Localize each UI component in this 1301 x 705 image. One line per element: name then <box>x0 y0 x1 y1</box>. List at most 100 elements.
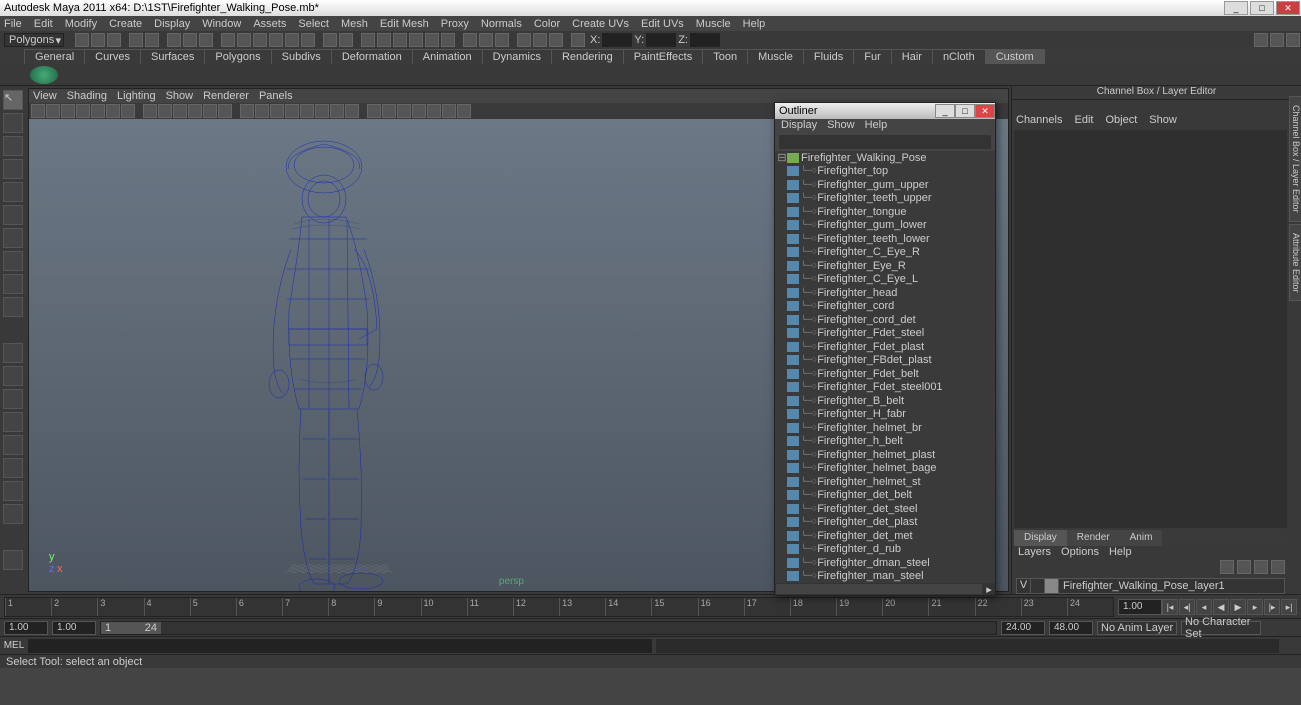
viewport-tool-25[interactable] <box>427 104 441 118</box>
layer-color[interactable] <box>1045 579 1059 593</box>
paint-icon[interactable] <box>199 33 213 47</box>
render-icon[interactable] <box>361 33 375 47</box>
snap-grid-icon[interactable] <box>221 33 235 47</box>
viewport-tool-20[interactable] <box>345 104 359 118</box>
viewport-tool-0[interactable] <box>31 104 45 118</box>
outliner-menu-display[interactable]: Display <box>781 119 817 133</box>
side-tab-channelbox[interactable]: Channel Box / Layer Editor <box>1289 96 1301 222</box>
side-tab-attribute[interactable]: Attribute Editor <box>1289 224 1301 302</box>
viewport-tool-10[interactable] <box>188 104 202 118</box>
ipr-icon[interactable] <box>377 33 391 47</box>
sidebar-toggle-3[interactable] <box>1286 33 1300 47</box>
layout-4[interactable] <box>3 458 23 478</box>
outliner-max[interactable]: □ <box>955 104 975 118</box>
menu-edit-mesh[interactable]: Edit Mesh <box>380 18 429 30</box>
step-fwd[interactable]: ▸ <box>1247 599 1263 615</box>
viewport-tool-18[interactable] <box>315 104 329 118</box>
menu-muscle[interactable]: Muscle <box>696 18 731 30</box>
shelf-tab-surfaces[interactable]: Surfaces <box>140 49 205 64</box>
menu-create[interactable]: Create <box>109 18 142 30</box>
z-input[interactable] <box>690 33 720 47</box>
menu-window[interactable]: Window <box>202 18 241 30</box>
render-view-icon[interactable] <box>409 33 423 47</box>
snap-view-icon[interactable] <box>301 33 315 47</box>
outliner-row[interactable]: └─○ Firefighter_Fdet_steel <box>775 327 995 341</box>
viewport-tool-19[interactable] <box>330 104 344 118</box>
outliner-row[interactable]: └─○ Firefighter_det_belt <box>775 489 995 503</box>
outliner-min[interactable]: _ <box>935 104 955 118</box>
viewport-tool-23[interactable] <box>397 104 411 118</box>
viewport-tool-4[interactable] <box>91 104 105 118</box>
goto-start[interactable]: |◂ <box>1162 599 1178 615</box>
shelf-tab-rendering[interactable]: Rendering <box>551 49 624 64</box>
layout-5[interactable] <box>3 481 23 501</box>
outliner-row[interactable]: └─○ Firefighter_helmet_bage <box>775 462 995 476</box>
layer-tab-render[interactable]: Render <box>1067 530 1120 546</box>
shelf-tab-animation[interactable]: Animation <box>412 49 483 64</box>
character-set-combo[interactable]: No Character Set <box>1181 621 1261 635</box>
snap-curve-icon[interactable] <box>237 33 251 47</box>
x-input[interactable] <box>602 33 632 47</box>
outliner-row[interactable]: └─○ Firefighter_teeth_upper <box>775 192 995 206</box>
outliner-search[interactable] <box>779 135 991 149</box>
menu-help[interactable]: Help <box>743 18 766 30</box>
mode-selector[interactable]: Polygons▾ <box>4 33 64 47</box>
cb-icon-3[interactable] <box>1273 100 1285 112</box>
expand-icon[interactable]: ⊟ <box>777 151 787 164</box>
outliner-row[interactable]: └─○ Firefighter_gum_lower <box>775 219 995 233</box>
menu-edit-uvs[interactable]: Edit UVs <box>641 18 684 30</box>
layout-3[interactable] <box>3 435 23 455</box>
outliner-row[interactable]: └─○ Firefighter_d_rub <box>775 543 995 557</box>
timeline-track[interactable]: 123456789101112131415161718192021222324 <box>4 597 1114 617</box>
universal-manip-tool[interactable] <box>3 228 23 248</box>
shelf-tab-fluids[interactable]: Fluids <box>803 49 854 64</box>
move-tool[interactable] <box>3 159 23 179</box>
outliner-icon[interactable] <box>549 33 563 47</box>
xform-icon[interactable] <box>571 33 585 47</box>
menu-normals[interactable]: Normals <box>481 18 522 30</box>
view-menu-renderer[interactable]: Renderer <box>203 90 249 102</box>
viewport-tool-1[interactable] <box>46 104 60 118</box>
last-tool[interactable] <box>3 297 23 317</box>
four-view[interactable] <box>3 366 23 386</box>
outliner-row[interactable]: └─○ Firefighter_Eye_R <box>775 259 995 273</box>
outliner-row[interactable]: └─○ Firefighter_man_steel <box>775 570 995 584</box>
range-slider[interactable]: 124 <box>100 621 997 635</box>
viewport-tool-2[interactable] <box>61 104 75 118</box>
outliner-row[interactable]: └─○ Firefighter_helmet_st <box>775 475 995 489</box>
menu-create-uvs[interactable]: Create UVs <box>572 18 629 30</box>
step-back[interactable]: ◂ <box>1196 599 1212 615</box>
viewport-tool-7[interactable] <box>143 104 157 118</box>
auto-key-icon[interactable] <box>1265 621 1279 635</box>
goto-end[interactable]: ▸| <box>1281 599 1297 615</box>
shelf-tab-polygons[interactable]: Polygons <box>204 49 271 64</box>
sidebar-toggle-2[interactable] <box>1270 33 1284 47</box>
lasso-tool[interactable] <box>3 113 23 133</box>
layer-tab-display[interactable]: Display <box>1014 530 1067 546</box>
cb-menu-channels[interactable]: Channels <box>1016 114 1062 128</box>
layer-new-empty-icon[interactable] <box>1237 560 1251 574</box>
viewport-tool-27[interactable] <box>457 104 471 118</box>
view-menu-panels[interactable]: Panels <box>259 90 293 102</box>
menu-select[interactable]: Select <box>298 18 329 30</box>
outliner-row[interactable]: └─○ Firefighter_C_Eye_L <box>775 273 995 287</box>
layer-type[interactable] <box>1031 579 1045 593</box>
render-globals-icon[interactable] <box>441 33 455 47</box>
viewport-tool-17[interactable] <box>300 104 314 118</box>
menu-modify[interactable]: Modify <box>65 18 97 30</box>
select-tool[interactable]: ↖ <box>3 90 23 110</box>
viewport-tool-13[interactable] <box>240 104 254 118</box>
outliner-row[interactable]: └─○ Firefighter_Fdet_plast <box>775 340 995 354</box>
outliner-row[interactable]: └─○ Firefighter_H_fabr <box>775 408 995 422</box>
viewport-tool-5[interactable] <box>106 104 120 118</box>
undo-icon[interactable] <box>129 33 143 47</box>
outliner-row[interactable]: └─○ Firefighter_cord_det <box>775 313 995 327</box>
shelf-tab-toon[interactable]: Toon <box>702 49 748 64</box>
help-tool[interactable] <box>3 550 23 570</box>
cb-menu-object[interactable]: Object <box>1105 114 1137 128</box>
scale-tool[interactable] <box>3 205 23 225</box>
hypershade-icon[interactable] <box>517 33 531 47</box>
outliner-row[interactable]: └─○ Firefighter_tongue <box>775 205 995 219</box>
outliner-row[interactable]: └─○ Firefighter_dman_steel <box>775 556 995 570</box>
file-save-icon[interactable] <box>107 33 121 47</box>
